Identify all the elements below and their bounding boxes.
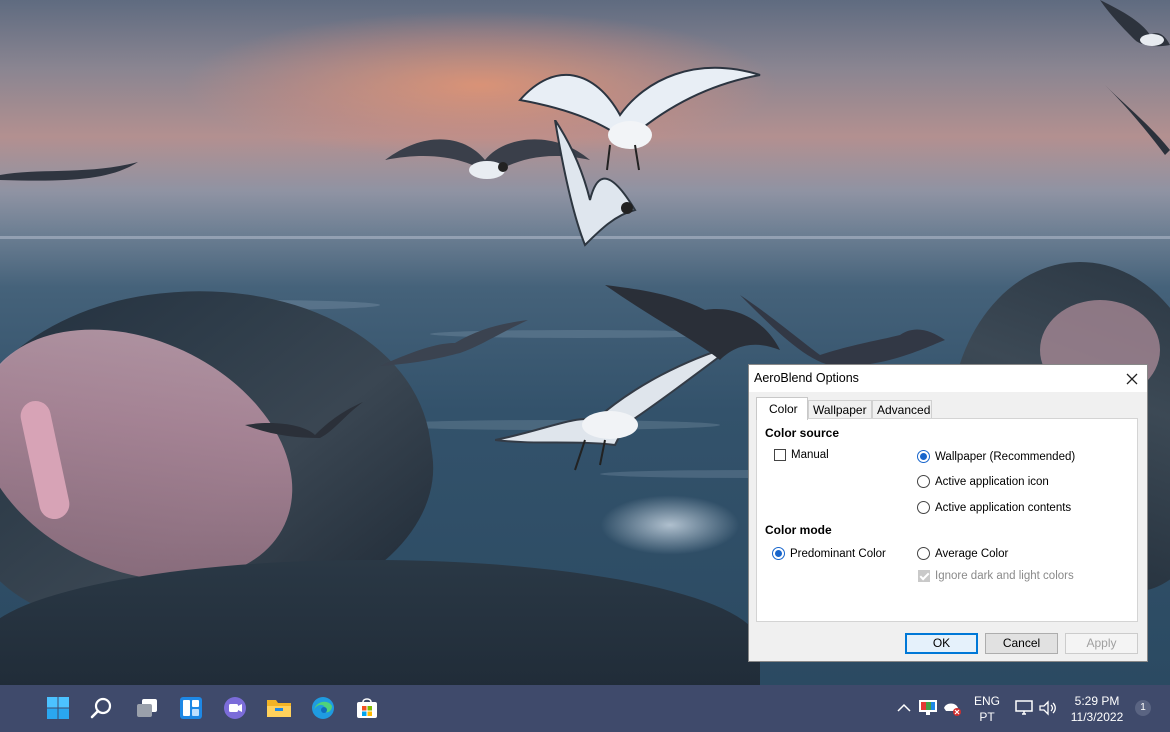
tab-panel: Color source Manual Wallpaper (Recommend… [756,418,1138,622]
seagull [1105,85,1170,155]
close-icon [1126,373,1138,384]
seagull [740,295,945,367]
tab-wallpaper[interactable]: Wallpaper [808,400,872,419]
volume-button[interactable] [1036,694,1060,722]
radio-wallpaper-recommended[interactable]: Wallpaper (Recommended) [917,450,1075,463]
color-mode-heading: Color mode [765,523,832,537]
manual-checkbox[interactable]: Manual [774,449,829,461]
clock-date: 11/3/2022 [1070,710,1124,724]
clock-time: 5:29 PM [1074,694,1120,708]
radio-predominant-color[interactable]: Predominant Color [772,547,886,560]
tab-label: Wallpaper [813,403,867,417]
radio-button[interactable] [917,475,930,488]
speaker-icon [1039,700,1056,716]
microsoft-store-button[interactable] [353,694,381,722]
radio-button[interactable] [917,501,930,514]
checkbox-box[interactable] [918,570,930,582]
apply-button[interactable]: Apply [1065,633,1138,654]
network-tray-button[interactable] [940,694,964,722]
manual-label: Manual [791,449,829,461]
radio-button[interactable] [772,547,785,560]
network-button[interactable] [1012,694,1036,722]
ok-button[interactable]: OK [905,633,978,654]
radio-button[interactable] [917,547,930,560]
water-splash [600,495,740,555]
tab-label: Color [769,402,798,416]
network-icon [1015,700,1033,715]
close-button[interactable] [1117,365,1147,392]
search-icon [90,697,112,719]
seagull [554,120,637,247]
radio-label: Predominant Color [790,547,886,560]
show-hidden-icons-button[interactable] [892,694,916,722]
radio-label: Active application contents [935,501,1072,514]
edge-button[interactable] [309,694,337,722]
clock[interactable]: 5:29 PM 11/3/2022 [1066,693,1128,725]
taskbar: ENG PT 5:29 PM 11/3/2022 [0,685,1170,732]
file-explorer-icon [267,700,291,717]
microsoft-store-icon [357,698,377,718]
network-disconnected-icon [944,703,961,716]
radio-label: Active application icon [935,475,1049,488]
tab-advanced[interactable]: Advanced [872,400,932,419]
tab-color[interactable]: Color [756,397,808,420]
notification-badge[interactable]: 1 [1135,700,1151,716]
tab-label: Advanced [877,403,931,417]
display-color-tray-button[interactable] [916,694,940,722]
search-button[interactable] [88,694,116,722]
edge-icon [312,697,334,719]
radio-active-application-contents[interactable]: Active application contents [917,501,1071,514]
seagull [245,402,363,438]
dialog-title: AeroBlend Options [754,371,859,385]
color-source-heading: Color source [765,426,840,440]
radio-button[interactable] [917,450,930,463]
seagull [1100,0,1170,47]
keyboard-layout: PT [979,710,995,724]
radio-average-color[interactable]: Average Color [917,547,1008,560]
widgets-button[interactable] [177,694,205,722]
file-explorer-button[interactable] [265,694,293,722]
checkbox-box[interactable] [774,449,786,461]
aeroblend-options-dialog: AeroBlend Options Color Wallpaper Advanc… [748,364,1148,662]
ignore-dark-light-checkbox[interactable]: Ignore dark and light colors [918,570,1074,582]
radio-label: Average Color [935,547,1009,560]
checkbox-label: Ignore dark and light colors [935,570,1074,582]
seagull [0,162,138,181]
chevron-up-icon [897,703,911,712]
color-display-icon [919,700,937,715]
language-code: ENG [973,694,1000,708]
title-bar[interactable]: AeroBlend Options [749,365,1147,392]
widgets-icon [180,697,202,719]
task-view-icon [137,699,157,717]
start-button[interactable] [44,694,72,722]
radio-label: Wallpaper (Recommended) [935,450,1076,463]
cancel-button[interactable]: Cancel [985,633,1058,654]
teams-chat-icon [224,697,246,719]
chat-button[interactable] [221,694,249,722]
windows-start-icon [47,697,69,719]
task-view-button[interactable] [133,694,161,722]
language-indicator[interactable]: ENG PT [968,693,1006,725]
radio-active-application-icon[interactable]: Active application icon [917,475,1049,488]
